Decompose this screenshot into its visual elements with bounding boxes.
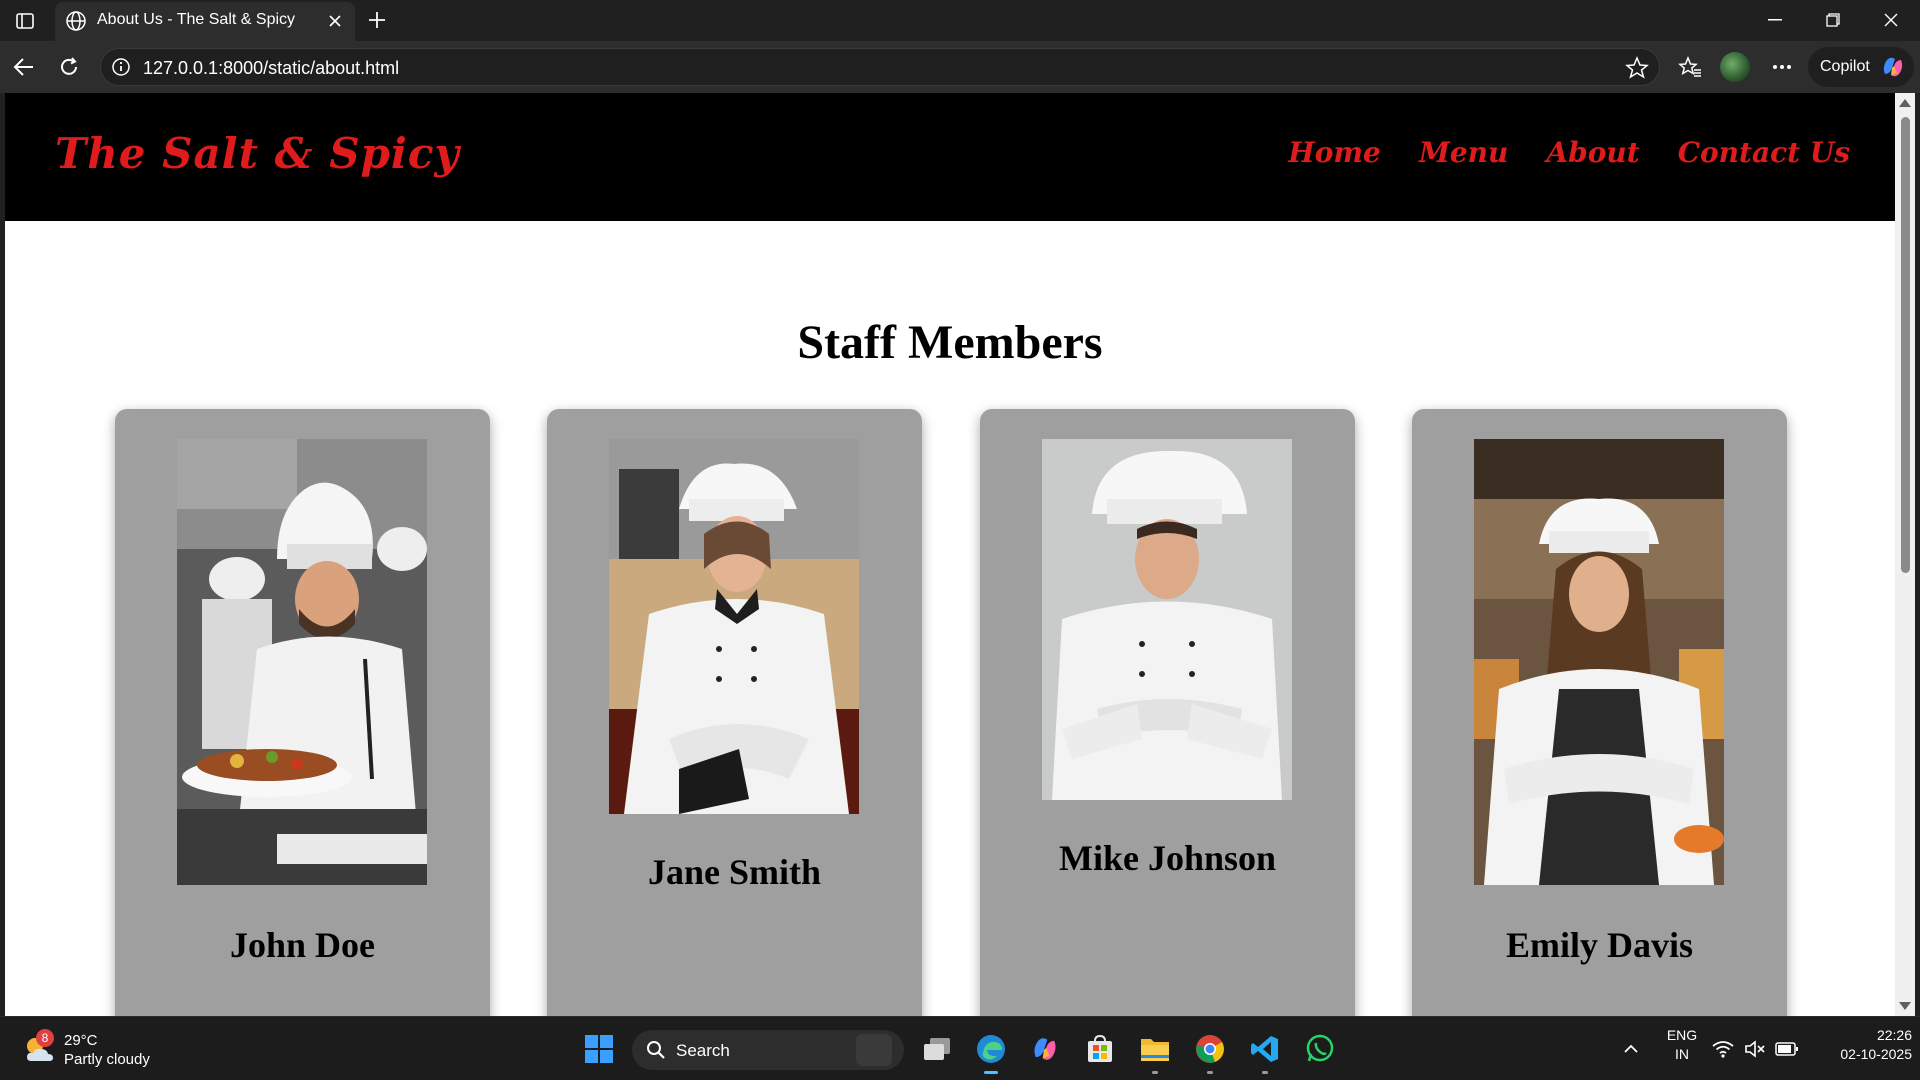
staff-card: Emily Davis — [1412, 409, 1787, 1016]
new-tab-icon[interactable] — [364, 8, 390, 32]
staff-card: Mike Johnson — [980, 409, 1355, 1016]
staff-card: Jane Smith — [547, 409, 922, 1016]
weather-condition: Partly cloudy — [64, 1051, 150, 1068]
nav-about[interactable]: About — [1546, 136, 1639, 169]
favorite-star-icon[interactable] — [1625, 56, 1649, 80]
chef-photo-icon — [609, 439, 859, 814]
url-text[interactable]: 127.0.0.1:8000/static/about.html — [143, 58, 399, 79]
profile-avatar[interactable] — [1720, 52, 1750, 82]
more-options-icon[interactable] — [1768, 53, 1796, 81]
microsoft-store-icon[interactable] — [1081, 1030, 1119, 1068]
whatsapp-icon[interactable] — [1301, 1030, 1339, 1068]
battery-icon[interactable] — [1772, 1030, 1802, 1068]
clock-date[interactable]: 02-10-2025 — [1812, 1046, 1912, 1062]
weather-widget[interactable]: 8 29°C Partly cloudy — [22, 1029, 202, 1073]
browser-toolbar: 127.0.0.1:8000/static/about.html Copilot — [0, 41, 1920, 93]
running-indicator — [1207, 1071, 1213, 1074]
site-header: The Salt & Spicy Home Menu About Contact… — [5, 93, 1895, 221]
running-indicator — [1152, 1071, 1158, 1074]
active-tab[interactable]: About Us - The Salt & Spicy — [55, 2, 355, 41]
scrollbar-thumb[interactable] — [1901, 117, 1910, 573]
staff-name: Emily Davis — [1505, 925, 1693, 965]
search-label: Search — [676, 1041, 730, 1060]
search-highlight-icon — [856, 1034, 892, 1066]
copilot-button[interactable]: Copilot — [1808, 47, 1914, 87]
running-indicator — [1262, 1071, 1268, 1074]
tab-actions-icon[interactable] — [12, 9, 38, 33]
staff-name: John Doe — [229, 925, 376, 965]
restore-icon[interactable] — [1818, 8, 1848, 32]
chevron-up-icon[interactable] — [1612, 1030, 1650, 1068]
speaker-muted-icon[interactable] — [1740, 1030, 1770, 1068]
weather-badge: 8 — [36, 1029, 54, 1047]
nav-home[interactable]: Home — [1288, 136, 1381, 169]
close-tab-icon[interactable] — [325, 11, 345, 31]
close-window-icon[interactable] — [1876, 8, 1906, 32]
site-logo[interactable]: The Salt & Spicy — [55, 129, 460, 178]
main-nav: Home Menu About Contact Us — [1288, 136, 1850, 169]
scroll-up-icon[interactable] — [1899, 99, 1911, 107]
reload-icon[interactable] — [55, 53, 83, 81]
favorites-icon[interactable] — [1676, 53, 1704, 81]
staff-card: John Doe — [115, 409, 490, 1016]
tab-title: About Us - The Salt & Spicy — [97, 11, 296, 28]
section-title: Staff Members — [797, 316, 1103, 369]
page-viewport: The Salt & Spicy Home Menu About Contact… — [5, 93, 1895, 1016]
scroll-down-icon[interactable] — [1899, 1002, 1911, 1010]
region-indicator[interactable]: IN — [1664, 1046, 1700, 1062]
globe-icon — [65, 10, 87, 32]
clock-time[interactable]: 22:26 — [1812, 1027, 1912, 1043]
site-info-icon[interactable] — [111, 57, 131, 77]
active-indicator — [984, 1071, 998, 1074]
chef-photo-icon — [1474, 439, 1724, 885]
temperature: 29°C — [64, 1032, 98, 1049]
copilot-icon — [1880, 54, 1906, 80]
page-scrollbar[interactable] — [1895, 93, 1915, 1016]
staff-name: Jane Smith — [647, 852, 822, 892]
minimize-icon[interactable] — [1760, 8, 1790, 32]
window-edge — [1915, 93, 1920, 1016]
wifi-icon[interactable] — [1708, 1030, 1738, 1068]
chef-photo-icon — [177, 439, 427, 885]
copilot-app-icon[interactable] — [1026, 1030, 1064, 1068]
vscode-icon[interactable] — [1246, 1030, 1284, 1074]
language-indicator[interactable]: ENG — [1664, 1027, 1700, 1043]
search-icon — [646, 1040, 666, 1060]
chef-photo-icon — [1042, 439, 1292, 800]
nav-contact[interactable]: Contact Us — [1678, 136, 1850, 169]
address-bar[interactable]: 127.0.0.1:8000/static/about.html — [100, 48, 1660, 86]
taskbar-search[interactable]: Search — [632, 1030, 904, 1070]
browser-tab-bar: About Us - The Salt & Spicy — [0, 0, 1920, 41]
windows-start-icon[interactable] — [580, 1030, 618, 1068]
copilot-label: Copilot — [1820, 58, 1870, 75]
taskbar: 8 29°C Partly cloudy Search ENG IN 22:26… — [0, 1016, 1920, 1080]
file-explorer-icon[interactable] — [1136, 1030, 1174, 1074]
back-arrow-icon[interactable] — [10, 53, 38, 81]
edge-browser-icon[interactable] — [972, 1030, 1010, 1074]
staff-name: Mike Johnson — [1058, 838, 1277, 878]
nav-menu[interactable]: Menu — [1419, 136, 1509, 169]
task-view-icon[interactable] — [918, 1030, 956, 1068]
chrome-icon[interactable] — [1191, 1030, 1229, 1074]
